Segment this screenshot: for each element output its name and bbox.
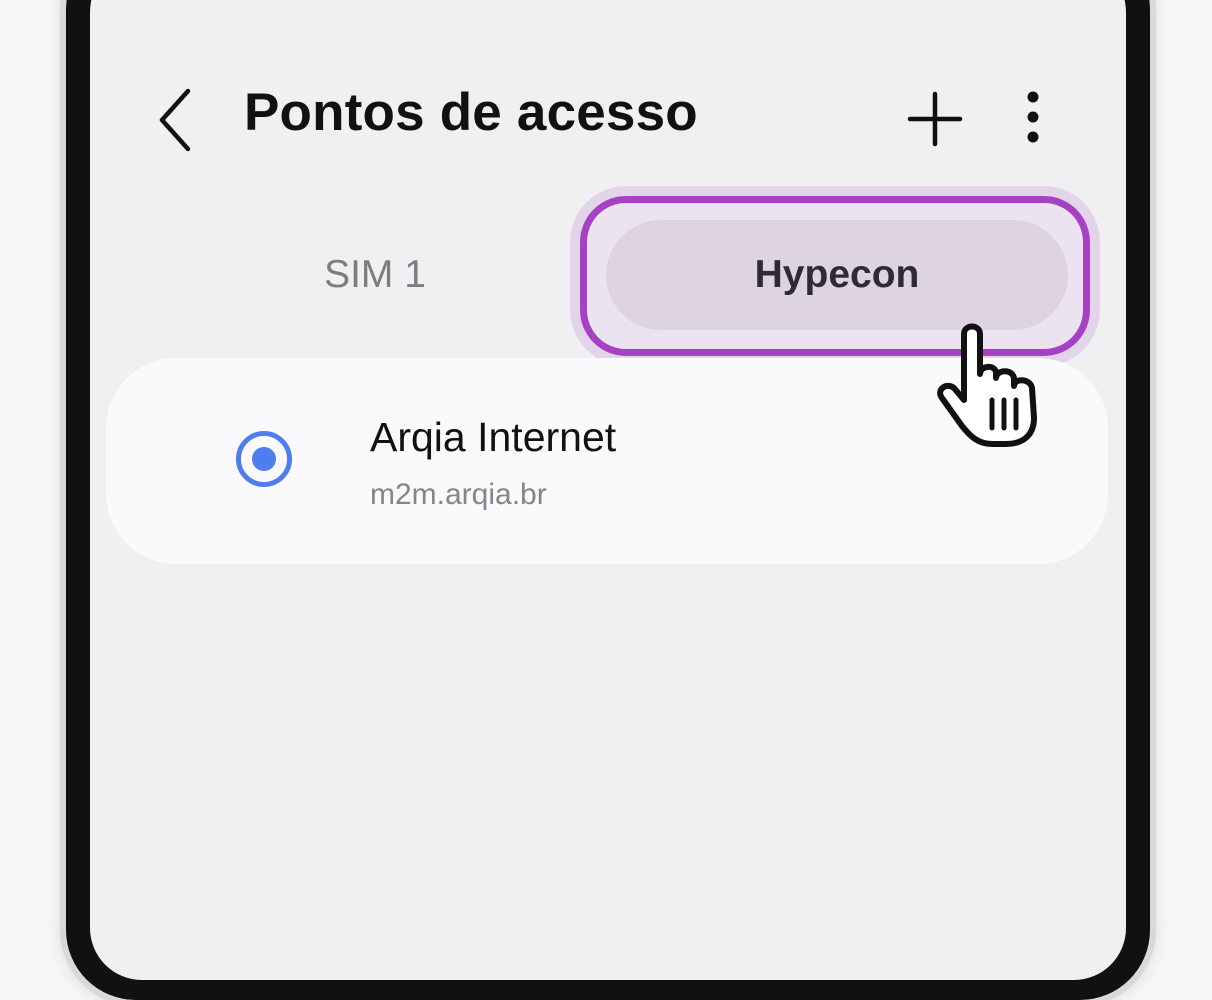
page-title: Pontos de acesso [244, 83, 698, 142]
tab-sim-1[interactable]: SIM 1 [220, 220, 530, 330]
tab-label: Hypecon [754, 253, 920, 296]
app-header: Pontos de acesso [90, 0, 1126, 200]
sim-tabs: SIM 1 Hypecon [90, 220, 1126, 340]
phone-screen: Pontos de acesso SIM 1 Hypecon Arqia Int… [90, 0, 1126, 980]
plus-icon [907, 91, 963, 147]
chevron-left-icon [159, 88, 191, 152]
apn-list: Arqia Internet m2m.arqia.br [106, 358, 1108, 564]
list-item[interactable]: Arqia Internet m2m.arqia.br [106, 358, 1108, 564]
apn-address: m2m.arqia.br [370, 478, 547, 511]
back-button[interactable] [148, 75, 208, 165]
add-button[interactable] [898, 82, 972, 156]
tab-label: SIM 1 [324, 253, 426, 296]
radio-button-selected[interactable] [236, 431, 292, 487]
more-options-button[interactable] [1008, 82, 1058, 156]
radio-dot [252, 447, 276, 471]
more-vertical-icon [1027, 91, 1039, 143]
apn-name: Arqia Internet [370, 414, 617, 460]
tab-hypecon[interactable]: Hypecon [606, 220, 1068, 330]
